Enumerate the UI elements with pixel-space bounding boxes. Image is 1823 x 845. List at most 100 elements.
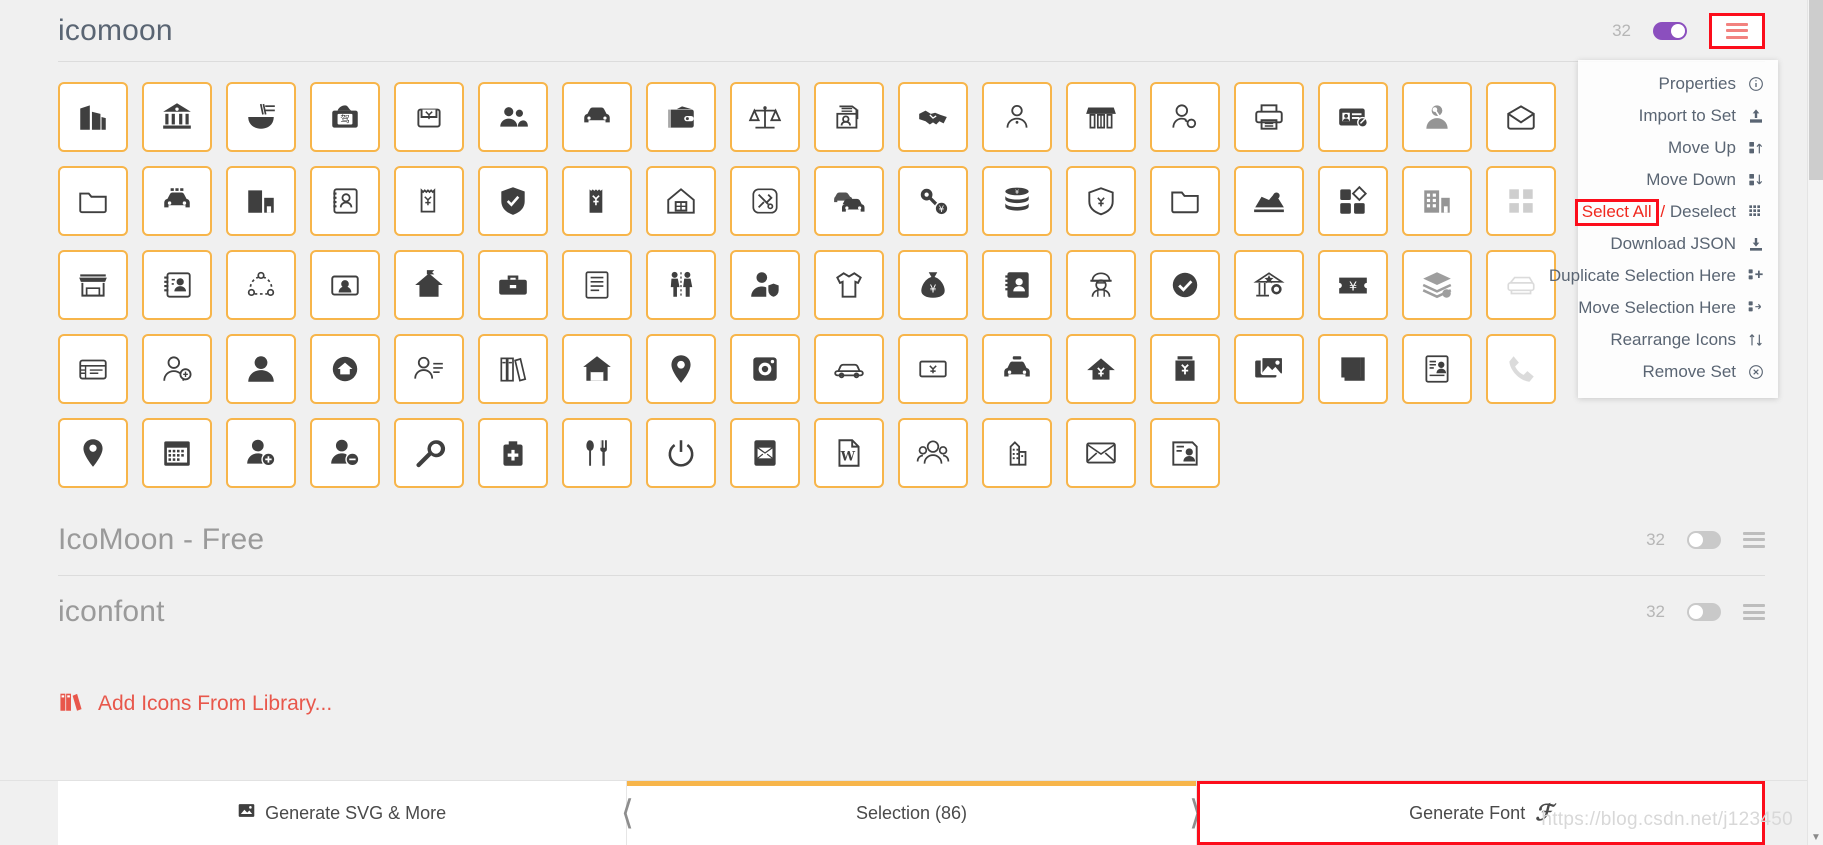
icon-tile-home-yen[interactable] <box>1066 334 1136 404</box>
icon-tile-people-stand[interactable] <box>646 250 716 320</box>
icon-tile-briefcase[interactable] <box>478 250 548 320</box>
icon-tile-phone[interactable] <box>1486 334 1556 404</box>
icon-tile-user-key[interactable] <box>1402 82 1472 152</box>
icon-tile-worker-helmet[interactable] <box>1066 250 1136 320</box>
icon-tile-home-window[interactable] <box>646 166 716 236</box>
icon-tile-receipt-filled[interactable] <box>562 166 632 236</box>
select-all-highlight[interactable]: Select All <box>1574 198 1659 226</box>
sets-scroll-area[interactable]: icomoon 32 驾 ¥ ¥ ¥ ¥ W IcoMoon - Free 32… <box>0 0 1823 780</box>
icon-tile-contact-card[interactable] <box>310 166 380 236</box>
set-visibility-toggle[interactable] <box>1653 21 1687 40</box>
set-context-menu[interactable]: Properties Import to Set Move Up Move Do… <box>1549 60 1778 398</box>
icon-tile-money-bag[interactable]: ¥ <box>898 250 968 320</box>
icon-tile-id-document[interactable] <box>1402 334 1472 404</box>
set-menu-button[interactable] <box>1726 22 1748 39</box>
icon-tile-receipt-yen[interactable] <box>394 166 464 236</box>
icon-tile-document-lines[interactable] <box>562 250 632 320</box>
icon-tile-coins-yen[interactable]: ¥ <box>982 166 1052 236</box>
icon-tile-tools[interactable] <box>730 166 800 236</box>
icon-tile-folder-outline[interactable] <box>58 166 128 236</box>
set-menu-button[interactable] <box>1743 604 1765 620</box>
icon-tile-envelope-box[interactable] <box>730 418 800 488</box>
icon-tile-building-grid[interactable] <box>1402 166 1472 236</box>
icon-tile-store-front[interactable] <box>58 250 128 320</box>
menu-item-move-up[interactable]: Move Up <box>1578 132 1778 164</box>
icon-tile-bank-building[interactable] <box>1234 250 1304 320</box>
icon-tile-user-remove[interactable] <box>310 418 380 488</box>
icon-tile-book-closed[interactable] <box>1318 334 1388 404</box>
icon-tile-location-pin[interactable] <box>58 418 128 488</box>
icon-tile-network-nodes[interactable] <box>226 250 296 320</box>
icon-tile-home-flag[interactable] <box>394 250 464 320</box>
icon-tile-wrench[interactable] <box>394 418 464 488</box>
icon-tile-users-group[interactable] <box>898 418 968 488</box>
icon-tile-yen-bag[interactable] <box>1150 334 1220 404</box>
icon-tile-contacts-list[interactable] <box>142 250 212 320</box>
menu-item-remove-set[interactable]: Remove Set <box>1578 356 1778 388</box>
icon-tile-contact-book[interactable] <box>982 250 1052 320</box>
icon-tile-check-circle[interactable] <box>1150 250 1220 320</box>
icon-tile-card-lines[interactable] <box>58 334 128 404</box>
icon-tile-user-solid[interactable] <box>226 334 296 404</box>
icon-tile-driver-license[interactable]: 驾 <box>310 82 380 152</box>
chevron-down-icon[interactable]: ▼ <box>1808 829 1823 845</box>
icon-tile-building-small[interactable] <box>982 418 1052 488</box>
icon-tile-scales[interactable] <box>730 82 800 152</box>
icon-tile-word-doc[interactable]: W <box>814 418 884 488</box>
icon-tile-car[interactable] <box>562 82 632 152</box>
menu-item-move-selection-here[interactable]: Move Selection Here <box>1518 292 1778 324</box>
icon-tile-medical-kit[interactable] <box>478 418 548 488</box>
icon-tile-portrait-card[interactable] <box>310 250 380 320</box>
icon-tile-shirt[interactable] <box>814 250 884 320</box>
icon-tile-contact-folder[interactable] <box>814 82 884 152</box>
icon-tile-blocks[interactable] <box>1318 166 1388 236</box>
tab-selection[interactable]: ⟨ Selection (86) ⟩ <box>621 781 1202 845</box>
icon-tile-home-store[interactable] <box>562 334 632 404</box>
icon-tile-camera-box[interactable] <box>730 334 800 404</box>
icon-tile-utensils[interactable] <box>562 418 632 488</box>
set-visibility-toggle[interactable] <box>1687 530 1721 549</box>
icon-tile-user-link[interactable] <box>1150 82 1220 152</box>
icon-tile-noodles[interactable] <box>226 82 296 152</box>
menu-item-rearrange-icons[interactable]: Rearrange Icons <box>1578 324 1778 356</box>
icon-tile-office-building[interactable] <box>226 166 296 236</box>
icon-tile-calendar[interactable] <box>142 418 212 488</box>
set-menu-button[interactable] <box>1743 531 1765 548</box>
icon-tile-user-shield[interactable] <box>730 250 800 320</box>
icon-tile-user-badge[interactable] <box>982 82 1052 152</box>
icon-tile-cloud-home[interactable] <box>310 334 380 404</box>
menu-item-download-json[interactable]: Download JSON <box>1578 228 1778 260</box>
icon-tile-user-list[interactable] <box>394 334 464 404</box>
icon-tile-power[interactable] <box>646 418 716 488</box>
icon-tile-books[interactable] <box>478 334 548 404</box>
menu-item-duplicate-selection-here[interactable]: Duplicate Selection Here <box>1518 260 1778 292</box>
add-icons-from-library-link[interactable]: Add Icons From Library... <box>58 688 332 719</box>
icon-tile-key-money[interactable]: ¥ <box>898 166 968 236</box>
icon-tile-layers-gear[interactable] <box>1402 250 1472 320</box>
menu-item-select-all-deselect[interactable]: Select All / Deselect <box>1518 196 1778 228</box>
icon-tile-photos[interactable] <box>1234 334 1304 404</box>
icon-tile-car-outline[interactable] <box>814 334 884 404</box>
icon-tile-shop-stall[interactable] <box>1066 82 1136 152</box>
menu-item-properties[interactable]: Properties <box>1578 68 1778 100</box>
scrollbar-thumb[interactable] <box>1809 0 1823 180</box>
icon-tile-envelope[interactable] <box>1066 418 1136 488</box>
menu-item-import-to-set[interactable]: Import to Set <box>1578 100 1778 132</box>
icon-tile-map-pin[interactable] <box>646 334 716 404</box>
menu-item-deselect-label[interactable]: Deselect <box>1670 202 1736 221</box>
icon-tile-cash-voucher[interactable] <box>394 82 464 152</box>
icon-tile-wallet[interactable] <box>646 82 716 152</box>
page-scrollbar[interactable]: ▼ <box>1807 0 1823 845</box>
tab-generate-font[interactable]: Generate Font ℱ <box>1196 781 1765 845</box>
icon-tile-taxi[interactable] <box>982 334 1052 404</box>
icon-tile-printer[interactable] <box>1234 82 1304 152</box>
icon-tile-delivery-truck[interactable] <box>1234 166 1304 236</box>
icon-tile-banknote-yen[interactable] <box>898 334 968 404</box>
menu-item-move-down[interactable]: Move Down <box>1578 164 1778 196</box>
icon-tile-shield-check[interactable] <box>478 166 548 236</box>
icon-tile-buildings[interactable] <box>58 82 128 152</box>
set-visibility-toggle[interactable] <box>1687 603 1721 621</box>
icon-tile-people[interactable] <box>478 82 548 152</box>
icon-tile-ticket-yen[interactable]: ¥ <box>1318 250 1388 320</box>
icon-tile-id-card-edit[interactable] <box>1318 82 1388 152</box>
